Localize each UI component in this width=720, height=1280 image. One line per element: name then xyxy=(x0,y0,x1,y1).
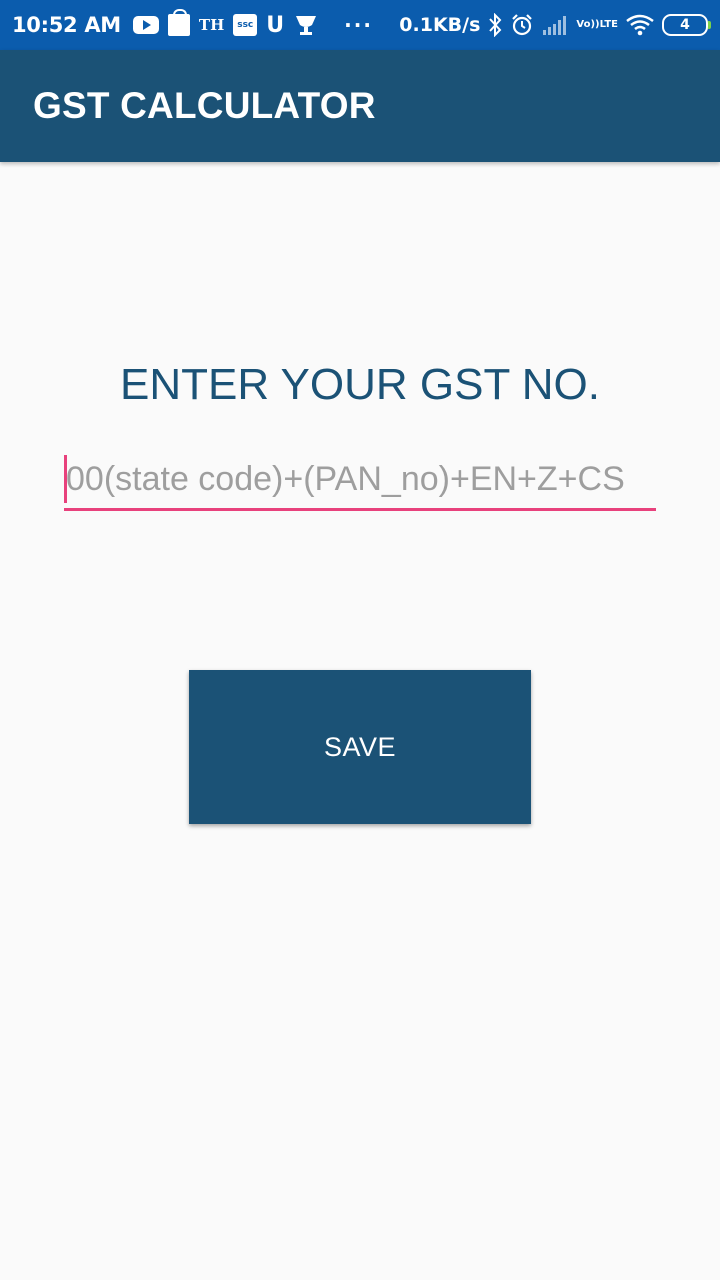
ssc-icon: ssc xyxy=(233,14,258,36)
more-notifications-icon: ··· xyxy=(344,13,373,37)
trophy-icon xyxy=(293,14,319,36)
gst-number-field[interactable] xyxy=(64,450,656,511)
wifi-icon xyxy=(626,14,654,36)
th-news-icon: TH xyxy=(198,16,225,34)
save-button[interactable]: SAVE xyxy=(189,670,531,824)
bluetooth-icon xyxy=(488,13,502,37)
gst-prompt-heading: ENTER YOUR GST NO. xyxy=(119,360,600,409)
youtube-icon xyxy=(132,16,159,34)
system-icons: 0.1KB/s Vo)) LTE 4 xyxy=(399,13,711,37)
status-bar: 10:52 AM TH ssc U ··· 0.1KB/s Vo)) LTE 4 xyxy=(0,0,720,50)
alarm-icon xyxy=(510,13,534,37)
volte-icon: Vo)) LTE xyxy=(576,20,618,30)
gst-number-input[interactable] xyxy=(66,459,646,499)
status-time: 10:52 AM xyxy=(12,13,121,37)
u-icon: U xyxy=(266,12,285,38)
app-bar: GST CALCULATOR xyxy=(0,50,720,162)
signal-icon xyxy=(542,14,568,36)
notification-icons: TH ssc U ··· xyxy=(132,9,373,38)
volte-label: Vo)) xyxy=(576,19,600,30)
lte-label: LTE xyxy=(599,19,618,30)
battery-level: 4 xyxy=(680,17,690,33)
shopping-bag-icon xyxy=(167,9,190,36)
network-speed: 0.1KB/s xyxy=(399,14,481,36)
app-title: GST CALCULATOR xyxy=(33,85,376,126)
battery-icon: 4 xyxy=(662,14,711,36)
